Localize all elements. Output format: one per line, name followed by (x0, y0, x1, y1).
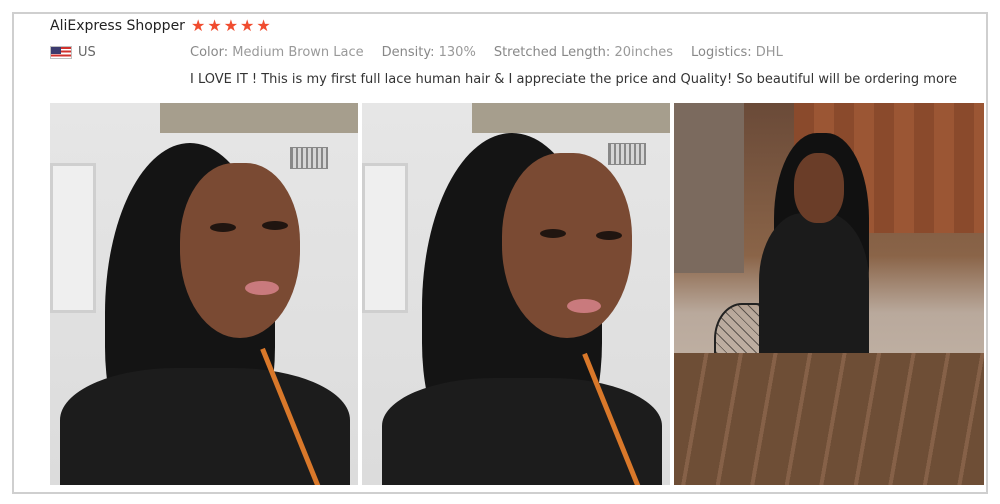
attribute-color: Color: Medium Brown Lace (190, 45, 364, 60)
star-rating: ★ ★ ★ ★ ★ (191, 17, 271, 35)
attribute-value: 130% (438, 45, 476, 60)
star-icon: ★ (223, 16, 239, 35)
reviewer-country: US (50, 45, 96, 60)
star-icon: ★ (191, 16, 206, 35)
attribute-length: Stretched Length: 20inches (494, 45, 673, 60)
attribute-key: Color: (190, 45, 229, 60)
attribute-logistics: Logistics: DHL (691, 45, 783, 60)
reviewer-name: AliExpress Shopper (50, 18, 185, 34)
attribute-key: Stretched Length: (493, 45, 611, 60)
review-text: I LOVE IT ! This is my first full lace h… (190, 72, 957, 87)
star-icon: ★ (207, 16, 222, 35)
review-photo-1[interactable] (50, 103, 358, 485)
attribute-key: Logistics: (691, 45, 752, 60)
attribute-value: DHL (755, 45, 783, 60)
review-photo-3[interactable] (674, 103, 984, 485)
review-card: AliExpress Shopper ★ ★ ★ ★ ★ US Color: M… (12, 12, 988, 494)
country-code: US (78, 45, 96, 60)
review-photo-2[interactable] (362, 103, 670, 485)
attribute-value: Medium Brown Lace (232, 45, 364, 60)
us-flag-icon (50, 46, 72, 59)
attribute-key: Density: (381, 45, 435, 60)
purchase-attributes: Color: Medium Brown Lace Density: 130% S… (190, 45, 783, 60)
attribute-value: 20inches (614, 45, 674, 60)
attribute-density: Density: 130% (382, 45, 476, 60)
star-icon: ★ (256, 16, 271, 35)
star-icon: ★ (240, 16, 255, 35)
